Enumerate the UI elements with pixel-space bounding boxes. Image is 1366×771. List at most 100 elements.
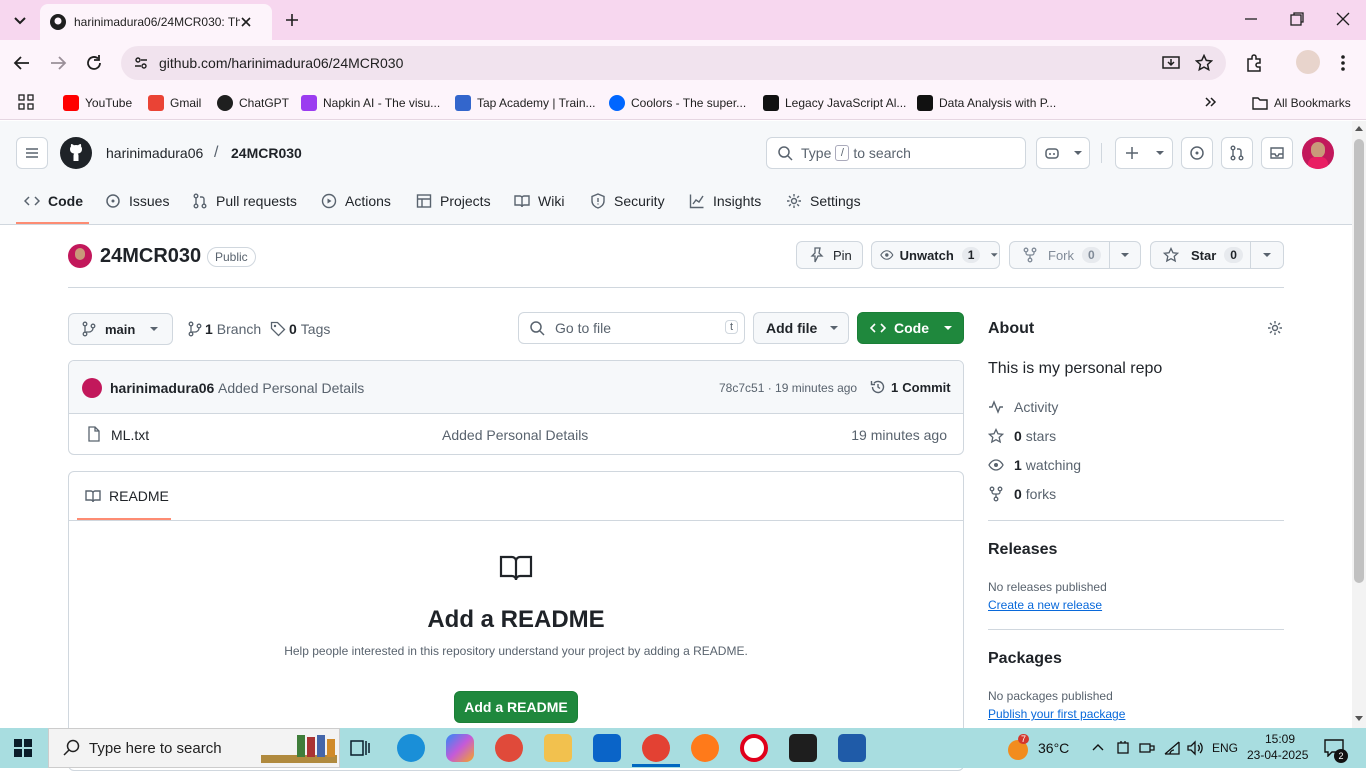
commit-author-link[interactable]: harinimadura06 [110, 380, 214, 396]
global-menu-button[interactable] [16, 137, 48, 169]
inbox-button[interactable] [1261, 137, 1293, 169]
unwatch-button[interactable]: Unwatch 1 [871, 241, 1000, 269]
volume-icon[interactable] [1187, 740, 1205, 756]
commits-history-link[interactable]: 1 Commit [870, 379, 951, 395]
profile-avatar[interactable] [1296, 50, 1320, 74]
owner-link[interactable]: harinimadura06 [106, 145, 203, 161]
apps-grid-icon[interactable] [18, 94, 34, 110]
task-view-icon[interactable] [350, 738, 370, 758]
watching-link[interactable]: 1 watching [988, 455, 1081, 475]
tab-projects[interactable]: Projects [416, 189, 491, 213]
publish-package-link[interactable]: Publish your first package [988, 707, 1125, 721]
tab-issues[interactable]: Issues [105, 189, 169, 213]
bookmark-data-analysis[interactable]: Data Analysis with P... [917, 93, 1056, 113]
word-icon[interactable] [838, 734, 866, 762]
packages-title[interactable]: Packages [988, 650, 1062, 668]
close-window-icon[interactable] [1336, 12, 1350, 26]
network-tray-icon[interactable] [1139, 740, 1155, 756]
firefox-icon[interactable] [691, 734, 719, 762]
readme-tab[interactable]: README [85, 488, 169, 504]
search-input[interactable]: Type / to search [766, 137, 1026, 169]
activity-link[interactable]: Activity [988, 397, 1058, 417]
new-tab-icon[interactable] [284, 12, 300, 28]
extensions-puzzle-icon[interactable] [1245, 53, 1265, 73]
stars-link[interactable]: 0 stars [988, 426, 1056, 446]
scroll-down-arrow-icon[interactable] [1355, 716, 1363, 722]
chrome-menu-icon[interactable] [1340, 53, 1346, 73]
bookmark-star-icon[interactable] [1195, 54, 1213, 72]
create-release-link[interactable]: Create a new release [988, 598, 1102, 612]
minimize-window-icon[interactable] [1244, 12, 1258, 26]
terminal-icon[interactable] [789, 734, 817, 762]
bookmark-legacy-js[interactable]: Legacy JavaScript Al... [763, 93, 906, 113]
tab-wiki[interactable]: Wiki [514, 189, 564, 213]
url-bar[interactable]: github.com/harinimadura06/24MCR030 [121, 46, 1226, 80]
add-readme-button[interactable]: Add a README [454, 691, 578, 723]
repo-link[interactable]: 24MCR030 [231, 145, 302, 161]
restore-window-icon[interactable] [1290, 12, 1304, 26]
wifi-icon[interactable] [1163, 740, 1181, 756]
input-language[interactable]: ENG [1212, 741, 1238, 755]
bookmark-youtube[interactable]: YouTube [63, 93, 132, 113]
tab-code[interactable]: Code [24, 189, 83, 213]
install-app-icon[interactable] [1162, 54, 1180, 72]
code-dropdown-button[interactable]: Code [857, 312, 964, 344]
clock-date[interactable]: 23-04-2025 [1247, 748, 1308, 762]
go-to-file-input[interactable]: Go to file t [518, 312, 745, 344]
copilot-button[interactable] [1036, 137, 1090, 169]
tab-actions[interactable]: Actions [321, 189, 391, 213]
tab-insights[interactable]: Insights [689, 189, 761, 213]
file-name-link[interactable]: ML.txt [111, 427, 149, 443]
windows-start-icon[interactable] [14, 739, 32, 757]
create-new-button[interactable] [1115, 137, 1173, 169]
branches-link[interactable]: 1 Branch [187, 320, 261, 338]
bookmark-gmail[interactable]: Gmail [148, 93, 201, 113]
add-file-button[interactable]: Add file [753, 312, 849, 344]
tab-pull-requests[interactable]: Pull requests [192, 189, 297, 213]
taskbar-search-input[interactable]: Type here to search [48, 728, 340, 768]
chrome-profile-icon[interactable] [495, 734, 523, 762]
branch-select-button[interactable]: main [68, 313, 173, 345]
fork-button[interactable]: Fork 0 [1009, 241, 1141, 269]
tab-settings[interactable]: Settings [786, 189, 861, 213]
about-settings-gear-icon[interactable] [1267, 320, 1283, 336]
back-arrow-icon[interactable] [13, 54, 31, 72]
tab-search-chevron-icon[interactable] [10, 10, 30, 30]
star-button[interactable]: Star 0 [1150, 241, 1284, 269]
outlook-icon[interactable] [593, 734, 621, 762]
more-bookmarks-chevron-icon[interactable] [1204, 95, 1218, 109]
tags-link[interactable]: 0 Tags [270, 320, 330, 338]
github-logo-icon[interactable] [60, 137, 92, 169]
bookmark-chatgpt[interactable]: ChatGPT [217, 93, 289, 113]
edge-icon[interactable] [397, 734, 425, 762]
issues-button[interactable] [1181, 137, 1213, 169]
reload-icon[interactable] [85, 54, 103, 72]
copilot-app-icon[interactable] [446, 734, 474, 762]
weather-temperature[interactable]: 36°C [1038, 740, 1069, 756]
opera-icon[interactable] [740, 734, 768, 762]
commit-hash-time[interactable]: 78c7c51 · 19 minutes ago [719, 381, 857, 395]
releases-title[interactable]: Releases [988, 541, 1057, 559]
page-scrollbar[interactable] [1352, 121, 1366, 728]
bookmark-tap-academy[interactable]: Tap Academy | Train... [455, 93, 596, 113]
tab-close-icon[interactable] [240, 16, 252, 28]
tray-chevron-up-icon[interactable] [1092, 742, 1104, 752]
browser-tab[interactable]: harinimadura06/24MCR030: Th [40, 4, 272, 40]
bookmark-napkin[interactable]: Napkin AI - The visu... [301, 93, 440, 113]
forks-link[interactable]: 0 forks [988, 484, 1056, 504]
all-bookmarks[interactable]: All Bookmarks [1252, 93, 1351, 113]
user-avatar[interactable] [1302, 137, 1334, 169]
site-info-icon[interactable] [133, 55, 149, 71]
clock-time[interactable]: 15:09 [1265, 732, 1295, 746]
tab-security[interactable]: Security [590, 189, 665, 213]
scrollbar-thumb[interactable] [1354, 139, 1364, 583]
file-explorer-icon[interactable] [544, 734, 572, 762]
scroll-up-arrow-icon[interactable] [1355, 125, 1363, 131]
commit-message[interactable]: Added Personal Details [218, 380, 364, 396]
forward-arrow-icon[interactable] [49, 54, 67, 72]
pull-requests-button[interactable] [1221, 137, 1253, 169]
repo-name[interactable]: 24MCR030 [100, 245, 201, 268]
bookmark-coolors[interactable]: Coolors - The super... [609, 93, 746, 113]
file-commit-message[interactable]: Added Personal Details [442, 427, 588, 443]
pin-button[interactable]: Pin [796, 241, 863, 269]
